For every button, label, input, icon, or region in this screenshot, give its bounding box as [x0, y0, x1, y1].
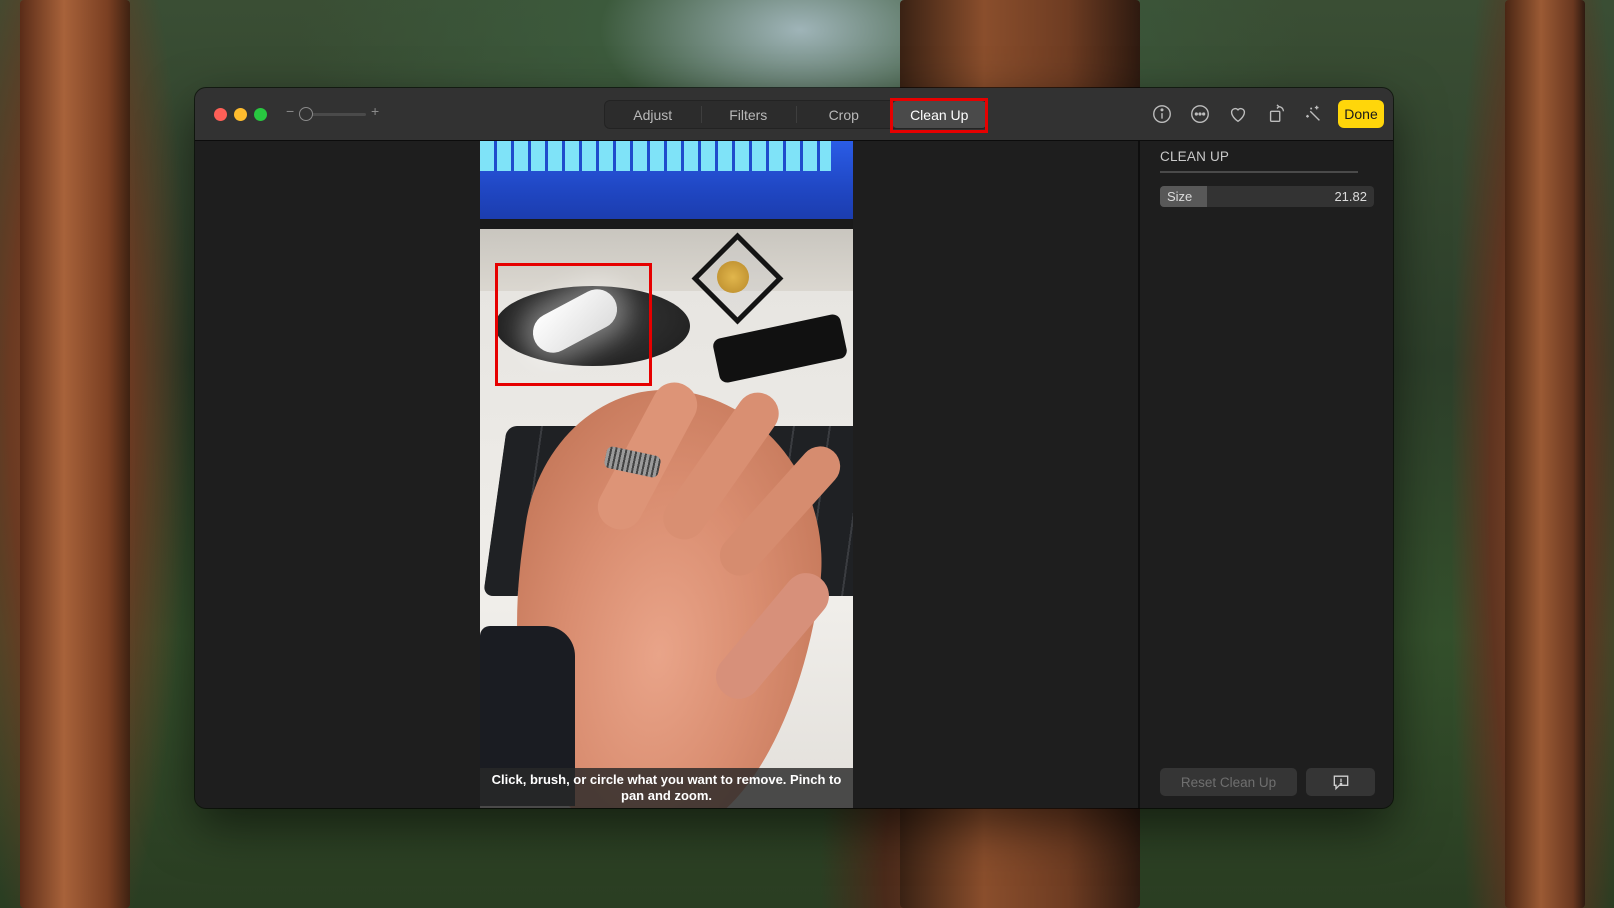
clean-up-sidebar: CLEAN UP Size 21.82 Reset Clean Up — [1140, 141, 1393, 808]
tab-clean-up[interactable]: Clean Up — [891, 101, 987, 128]
done-button[interactable]: Done — [1338, 100, 1384, 128]
zoom-slider-knob[interactable] — [299, 107, 313, 121]
photo-monitor-chart — [480, 141, 831, 171]
info-icon[interactable] — [1150, 102, 1174, 126]
sidebar-title: CLEAN UP — [1160, 149, 1230, 164]
zoom-in-icon[interactable]: + — [371, 103, 379, 119]
size-label: Size — [1167, 189, 1193, 204]
size-value: 21.82 — [1334, 189, 1367, 204]
favorite-heart-icon[interactable] — [1226, 102, 1250, 126]
toolbar: − + Adjust Filters Crop Clean Up Done — [195, 88, 1393, 141]
zoom-out-icon[interactable]: − — [286, 103, 294, 119]
wallpaper-tree-right — [1505, 0, 1585, 908]
photos-edit-window: − + Adjust Filters Crop Clean Up Done Cl… — [195, 88, 1393, 808]
maximize-button[interactable] — [254, 108, 267, 121]
feedback-icon — [1333, 775, 1348, 791]
wallpaper-tree-left — [20, 0, 130, 908]
photo-monitor-bezel — [480, 219, 853, 229]
more-icon[interactable] — [1188, 102, 1212, 126]
tab-crop[interactable]: Crop — [796, 101, 892, 128]
photo-coin — [717, 261, 749, 293]
size-slider[interactable]: Size 21.82 — [1160, 186, 1374, 207]
auto-enhance-icon[interactable] — [1301, 102, 1325, 126]
tab-filters[interactable]: Filters — [700, 101, 797, 128]
tab-adjust[interactable]: Adjust — [605, 101, 701, 128]
sidebar-title-rule — [1160, 171, 1358, 173]
rotate-icon[interactable] — [1265, 102, 1289, 126]
clean-up-hint: Click, brush, or circle what you want to… — [480, 768, 853, 808]
minimize-button[interactable] — [234, 108, 247, 121]
reset-clean-up-button[interactable]: Reset Clean Up — [1160, 768, 1297, 796]
feedback-button[interactable] — [1306, 768, 1375, 796]
photo-image[interactable]: Click, brush, or circle what you want to… — [480, 141, 853, 808]
edit-mode-tabs: Adjust Filters Crop Clean Up — [604, 100, 988, 129]
photo-canvas[interactable]: Click, brush, or circle what you want to… — [195, 141, 1138, 808]
photo-wall — [480, 229, 853, 299]
close-button[interactable] — [214, 108, 227, 121]
